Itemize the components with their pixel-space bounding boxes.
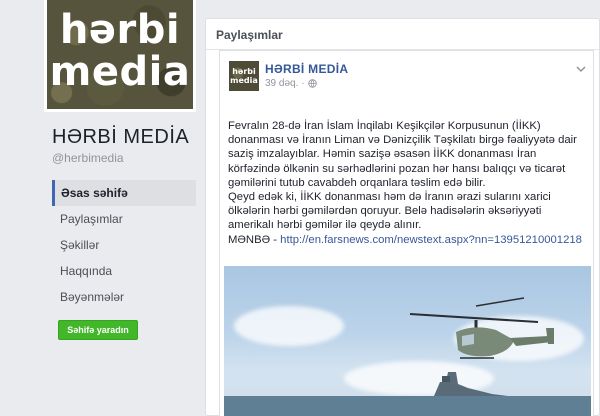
nav-item-home[interactable]: Əsas səhifə	[52, 180, 196, 206]
helicopter-illustration	[409, 297, 554, 416]
page-handle[interactable]: @herbimedia	[52, 151, 124, 165]
source-link[interactable]: http://en.farsnews.com/newstext.aspx?nn=…	[280, 234, 582, 246]
create-page-button[interactable]: Səhifə yaradın	[58, 320, 138, 340]
nav-item-photos[interactable]: Şəkillər	[52, 232, 196, 258]
page-profile-picture[interactable]: hərbi media	[44, 0, 196, 112]
posts-section-title[interactable]: Paylaşımlar	[216, 28, 283, 42]
avatar-logo-line-2: media	[230, 76, 258, 85]
page-nav: Əsas səhifə Paylaşımlar Şəkillər Haqqınd…	[52, 180, 196, 310]
logo-line-2: media	[49, 49, 191, 95]
posts-card: Paylaşımlar hərbi media HƏRBİ MEDİA 39 d…	[205, 18, 600, 416]
nav-item-posts[interactable]: Paylaşımlar	[52, 206, 196, 232]
post-author[interactable]: HƏRBİ MEDİA	[265, 62, 348, 76]
post-avatar[interactable]: hərbi media	[229, 61, 259, 91]
separator-dot: ·	[301, 78, 305, 89]
post-photo[interactable]	[224, 266, 591, 416]
post-paragraph-2: Qeyd edək ki, İİKK donanması həm də İran…	[228, 191, 551, 232]
source-label: MƏNBƏ -	[228, 233, 281, 246]
nav-item-likes[interactable]: Bəyənmələr	[52, 284, 196, 310]
chevron-down-icon[interactable]	[575, 63, 587, 75]
globe-icon	[307, 79, 317, 88]
sea	[224, 396, 591, 416]
logo-line-1: hərbi	[59, 7, 181, 53]
avatar-logo-line-1: hərbi	[232, 67, 256, 76]
post-meta: 39 dəq. ·	[265, 78, 317, 89]
nav-item-about[interactable]: Haqqında	[52, 258, 196, 284]
post-timestamp[interactable]: 39 dəq.	[265, 78, 298, 89]
post-paragraph-1: Fevralın 28-də İran İslam İnqilabı Keşik…	[228, 120, 577, 189]
post: hərbi media HƏRBİ MEDİA 39 dəq. · Fevral…	[219, 50, 594, 416]
post-body: Fevralın 28-də İran İslam İnqilabı Keşik…	[228, 119, 590, 247]
page-title[interactable]: HƏRBİ MEDİA	[52, 126, 189, 149]
post-source: MƏNBƏ - http://en.farsnews.com/newstext.…	[228, 233, 590, 247]
